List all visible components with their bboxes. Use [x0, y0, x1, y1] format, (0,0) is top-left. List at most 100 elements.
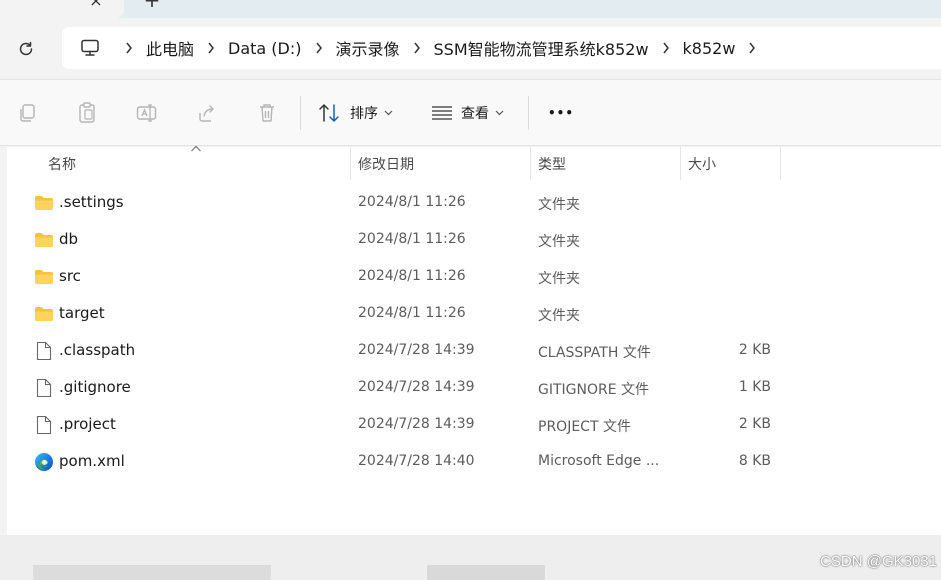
file-type: 文件夹 [538, 234, 580, 250]
chevron-right-icon[interactable] [124, 42, 134, 54]
file-row[interactable]: .settings 2024/8/1 11:26 文件夹 [0, 184, 941, 221]
file-size: 2 KB [738, 416, 771, 432]
chevron-right-icon[interactable] [314, 42, 324, 54]
file-modified: 2024/7/28 14:39 [358, 379, 475, 395]
more-icon: ••• [548, 106, 575, 120]
copy-button[interactable] [16, 102, 38, 124]
address-bar[interactable]: 此电脑 Data (D:) 演示录像 SSM智能物流管理系统k852w k852… [62, 27, 941, 69]
file-type: GITIGNORE 文件 [538, 382, 650, 398]
paste-icon [79, 102, 95, 123]
status-block [427, 565, 545, 580]
file-modified: 2024/7/28 14:40 [358, 453, 475, 469]
file-name: .classpath [59, 341, 136, 359]
column-size[interactable]: 大小 [688, 154, 716, 174]
file-type: 文件夹 [538, 271, 580, 287]
file-type: PROJECT 文件 [538, 419, 631, 435]
file-modified: 2024/7/28 14:39 [358, 416, 475, 432]
file-list: 名称 修改日期 类型 大小 .settings 2024/8/1 11:26 文件夹… [0, 145, 941, 535]
view-button[interactable]: 查看 [431, 100, 504, 126]
file-type: 文件夹 [538, 197, 580, 213]
view-lines-icon [432, 106, 452, 120]
column-divider[interactable] [680, 147, 681, 180]
sort-label: 排序 [350, 106, 378, 122]
column-divider[interactable] [350, 147, 351, 180]
file-type: 文件夹 [538, 308, 580, 324]
column-header: 名称 修改日期 类型 大小 [0, 145, 941, 180]
folder-icon [34, 230, 54, 250]
toolbar-divider [300, 96, 301, 130]
chevron-right-icon[interactable] [206, 42, 216, 54]
more-options-button[interactable]: ••• [548, 100, 574, 126]
file-row[interactable]: .classpath 2024/7/28 14:39 CLASSPATH 文件 2 K… [0, 332, 941, 369]
file-type: CLASSPATH 文件 [538, 345, 651, 361]
file-icon [34, 341, 54, 361]
column-divider[interactable] [530, 147, 531, 180]
file-modified: 2024/8/1 11:26 [358, 305, 466, 321]
file-name: src [59, 267, 81, 285]
tab-strip: × + [0, 0, 941, 18]
file-size: 8 KB [738, 453, 771, 469]
file-name: db [59, 230, 79, 248]
folder-icon [34, 193, 54, 213]
rename-button[interactable] [136, 102, 158, 124]
sort-button[interactable]: 排序 [318, 100, 393, 126]
computer-icon[interactable] [80, 39, 100, 57]
edge-icon [34, 452, 54, 472]
file-modified: 2024/8/1 11:26 [358, 268, 466, 284]
toolbar-divider [528, 96, 529, 130]
file-type: Microsoft Edge ... [538, 453, 660, 469]
folder-icon [34, 304, 54, 324]
file-size: 1 KB [738, 379, 771, 395]
active-tab[interactable]: × [0, 0, 124, 18]
file-name: target [59, 304, 105, 322]
column-divider[interactable] [780, 147, 781, 180]
share-icon [199, 105, 214, 122]
breadcrumb-current[interactable]: k852w [683, 39, 736, 58]
rename-icon [136, 104, 157, 122]
file-row[interactable]: .gitignore 2024/7/28 14:39 GITIGNORE 文件 1 K… [0, 369, 941, 406]
chevron-right-icon[interactable] [747, 42, 757, 54]
file-name: pom.xml [59, 452, 125, 470]
folder-icon [34, 267, 54, 287]
file-row[interactable]: target 2024/8/1 11:26 文件夹 [0, 295, 941, 332]
column-name[interactable]: 名称 [48, 154, 76, 174]
file-row[interactable]: db 2024/8/1 11:26 文件夹 [0, 221, 941, 258]
sort-icon [319, 104, 339, 122]
column-modified[interactable]: 修改日期 [358, 154, 414, 174]
watermark: CSDN @GK3031 [820, 553, 937, 570]
refresh-button[interactable] [12, 35, 40, 63]
file-modified: 2024/7/28 14:39 [358, 342, 475, 358]
file-name: .project [59, 415, 116, 433]
file-name: .gitignore [59, 378, 131, 396]
column-type[interactable]: 类型 [538, 154, 566, 174]
navigation-pane-edge [0, 147, 7, 535]
chevron-right-icon[interactable] [412, 42, 422, 54]
breadcrumb-drive[interactable]: Data (D:) [228, 39, 301, 58]
paste-button[interactable] [76, 102, 98, 124]
copy-icon [20, 104, 35, 122]
chevron-right-icon[interactable] [661, 42, 671, 54]
file-modified: 2024/8/1 11:26 [358, 231, 466, 247]
delete-button[interactable] [256, 102, 278, 124]
new-tab-button[interactable]: + [142, 0, 162, 11]
chevron-down-icon [495, 110, 504, 116]
breadcrumb-project[interactable]: SSM智能物流管理系统k852w [434, 36, 649, 60]
file-row[interactable]: .project 2024/7/28 14:39 PROJECT 文件 2 KB [0, 406, 941, 443]
file-name: .settings [59, 193, 124, 211]
file-size: 2 KB [738, 342, 771, 358]
share-button[interactable] [196, 102, 218, 124]
command-bar: 排序 查看 ••• [0, 79, 941, 146]
tab-close-button[interactable]: × [86, 0, 106, 11]
file-row[interactable]: pom.xml 2024/7/28 14:40 Microsoft Edge ...… [0, 443, 941, 480]
sort-ascending-icon [190, 145, 202, 153]
file-modified: 2024/8/1 11:26 [358, 194, 466, 210]
breadcrumb-this-pc[interactable]: 此电脑 [146, 36, 194, 60]
file-row[interactable]: src 2024/8/1 11:26 文件夹 [0, 258, 941, 295]
refresh-icon [19, 41, 33, 56]
chevron-down-icon [384, 110, 393, 116]
breadcrumb-folder[interactable]: 演示录像 [336, 36, 400, 60]
file-icon [34, 415, 54, 435]
trash-icon [260, 104, 274, 122]
status-block [33, 565, 271, 580]
file-icon [34, 378, 54, 398]
